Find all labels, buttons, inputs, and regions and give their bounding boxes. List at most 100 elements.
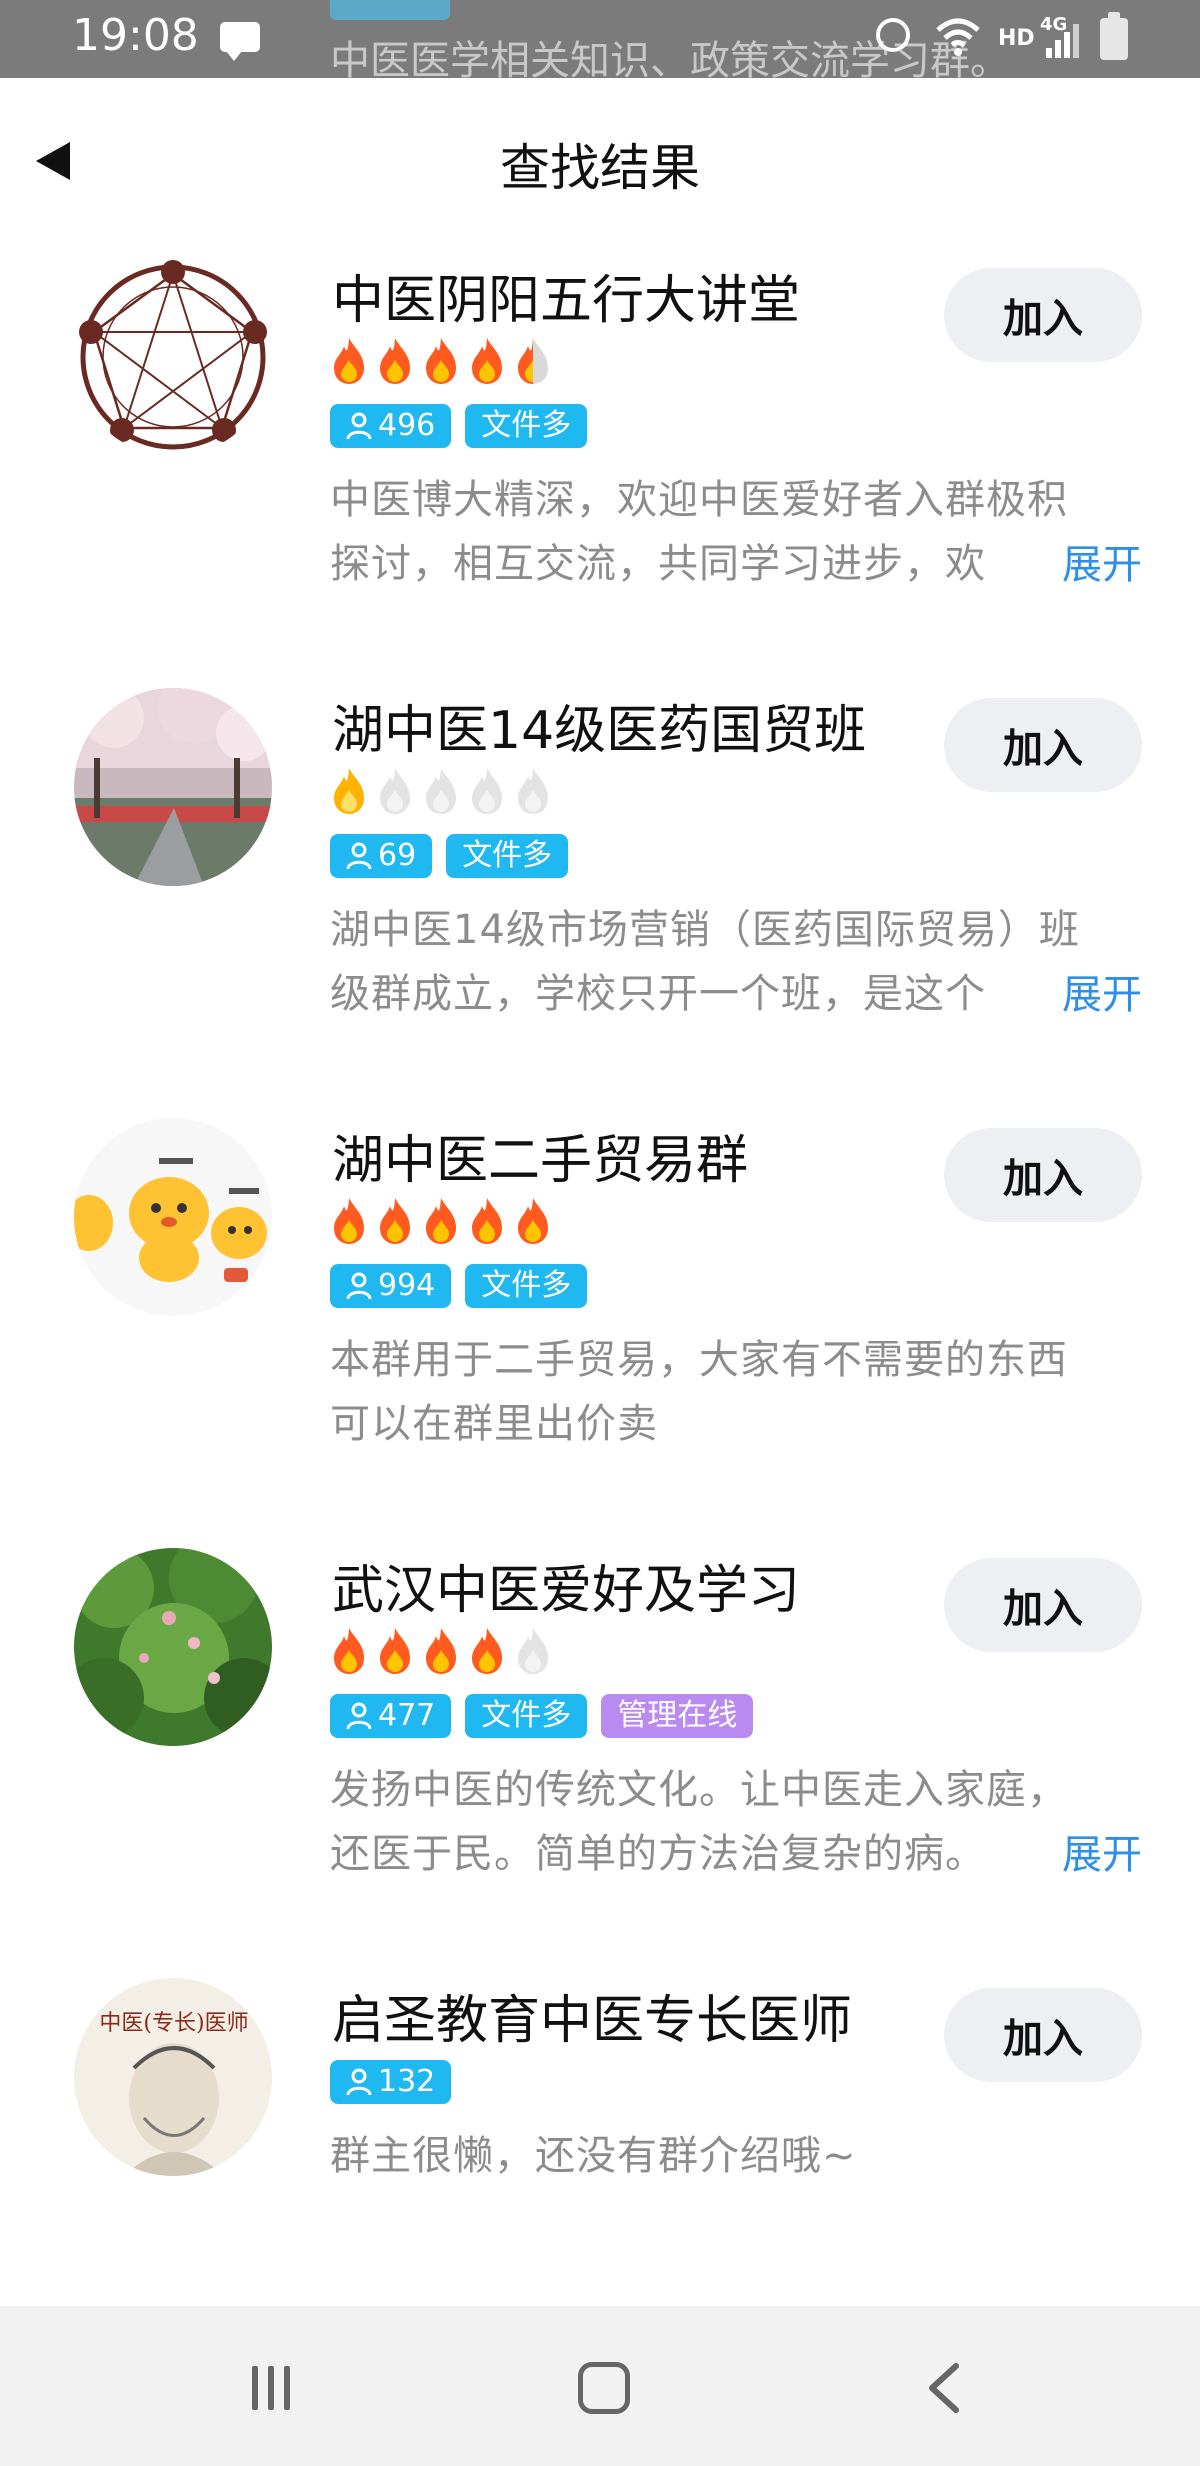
description-line: 级群成立，学校只开一个班，是这个 — [330, 971, 986, 1017]
list-item[interactable]: 武汉中医爱好及学习 加入 477 文件多 管理在线 发扬中医的传统文化。让中医走… — [0, 1548, 1200, 1968]
member-count: 496 — [378, 408, 436, 443]
group-avatar-cherry-blossom[interactable] — [74, 688, 272, 886]
user-icon — [346, 412, 372, 440]
tag-row: 994 文件多 — [330, 1264, 588, 1308]
member-count: 132 — [378, 2064, 436, 2099]
network-hd-label: HD — [998, 26, 1035, 51]
flame-icon — [472, 338, 502, 384]
flame-icon — [334, 768, 364, 814]
join-button[interactable]: 加入 — [944, 1988, 1142, 2082]
description-line: 还医于民。简单的方法治复杂的病。 — [330, 1831, 986, 1877]
group-description: 发扬中医的传统文化。让中医走入家庭， 还医于民。简单的方法治复杂的病。 — [330, 1758, 1140, 1886]
member-count: 69 — [378, 838, 417, 873]
flame-icon — [334, 1628, 364, 1674]
empty-flame-icon — [518, 1628, 548, 1674]
tag-row: 69 文件多 — [330, 834, 569, 878]
flame-icon — [426, 338, 456, 384]
member-count-badge: 994 — [330, 1264, 452, 1308]
home-icon[interactable] — [578, 2362, 630, 2414]
member-count-badge: 69 — [330, 834, 433, 878]
half-flame-icon — [518, 338, 548, 384]
status-time: 19:08 — [72, 10, 199, 61]
description-line: 群主很懒，还没有群介绍哦~ — [330, 2133, 857, 2179]
member-count-badge: 477 — [330, 1694, 452, 1738]
group-description: 本群用于二手贸易，大家有不需要的东西 可以在群里出价卖 — [330, 1328, 1140, 1456]
group-name: 启圣教育中医专长医师 — [332, 1991, 853, 2051]
heat-rating — [330, 766, 552, 816]
background-member-badge — [330, 0, 450, 20]
signal-icon — [1046, 24, 1079, 58]
expand-link[interactable]: 展开 — [1062, 532, 1142, 590]
tag-row: 477 文件多 管理在线 — [330, 1694, 754, 1738]
heat-rating — [330, 1626, 552, 1676]
group-avatar-five-elements[interactable] — [74, 258, 272, 456]
description-line: 本群用于二手贸易，大家有不需要的东西 — [330, 1337, 1068, 1383]
heat-rating — [330, 1196, 552, 1246]
flame-icon — [334, 338, 364, 384]
expand-link[interactable]: 展开 — [1062, 1822, 1142, 1880]
join-button[interactable]: 加入 — [944, 268, 1142, 362]
list-item[interactable]: 湖中医14级医药国贸班 加入 69 文件多 湖中医14级市场营销（医药国际贸易）… — [0, 688, 1200, 1108]
flame-icon — [426, 1198, 456, 1244]
empty-flame-icon — [472, 768, 502, 814]
user-icon — [346, 842, 372, 870]
member-count-badge: 132 — [330, 2060, 452, 2104]
group-name: 湖中医二手贸易群 — [332, 1131, 749, 1191]
top-app-bar: 查找结果 — [0, 78, 1200, 248]
join-button[interactable]: 加入 — [944, 1558, 1142, 1652]
chat-icon — [220, 22, 260, 61]
member-count: 994 — [378, 1268, 436, 1303]
heat-rating — [330, 336, 552, 386]
back-chevron-icon[interactable] — [918, 2360, 970, 2416]
files-tag: 文件多 — [446, 834, 569, 878]
flame-icon — [472, 1198, 502, 1244]
member-count: 477 — [378, 1698, 436, 1733]
group-name: 湖中医14级医药国贸班 — [332, 701, 867, 761]
expand-link[interactable]: 展开 — [1062, 962, 1142, 1020]
group-avatar-cartoon[interactable] — [74, 1118, 272, 1316]
group-name: 中医阴阳五行大讲堂 — [332, 271, 801, 331]
admin-online-tag: 管理在线 — [601, 1694, 754, 1738]
page-title: 查找结果 — [500, 139, 700, 197]
files-tag: 文件多 — [465, 404, 588, 448]
group-description: 湖中医14级市场营销（医药国际贸易）班 级群成立，学校只开一个班，是这个 — [330, 898, 1140, 1026]
description-line: 发扬中医的传统文化。让中医走入家庭， — [330, 1767, 1068, 1813]
description-line: 探讨，相互交流，共同学习进步，欢 — [330, 541, 986, 587]
member-count-badge: 496 — [330, 404, 452, 448]
flame-icon — [380, 1198, 410, 1244]
empty-flame-icon — [380, 768, 410, 814]
flame-icon — [380, 1628, 410, 1674]
join-button[interactable]: 加入 — [944, 698, 1142, 792]
flame-icon — [380, 338, 410, 384]
empty-flame-icon — [426, 768, 456, 814]
group-avatar-elder-doctor[interactable]: 中医(专长)医师 — [74, 1978, 272, 2176]
battery-icon — [1100, 12, 1128, 60]
recent-apps-icon[interactable] — [246, 2362, 298, 2414]
avatar-caption-text: 中医(专长)医师 — [99, 2011, 248, 2036]
tag-row: 496 文件多 — [330, 404, 588, 448]
wifi-icon — [936, 18, 980, 56]
tag-row: 132 — [330, 2060, 452, 2104]
flame-icon — [472, 1628, 502, 1674]
join-button[interactable]: 加入 — [944, 1128, 1142, 1222]
list-item[interactable]: 湖中医二手贸易群 加入 994 文件多 本群用于二手贸易，大家有不需要的东西 可… — [0, 1118, 1200, 1538]
user-icon — [346, 1272, 372, 1300]
system-nav-bar — [0, 2306, 1200, 2466]
flame-icon — [426, 1628, 456, 1674]
group-description: 中医博大精深，欢迎中医爱好者入群极积 探讨，相互交流，共同学习进步，欢 — [330, 468, 1140, 596]
flame-icon — [518, 1198, 548, 1244]
group-description: 群主很懒，还没有群介绍哦~ — [330, 2124, 1140, 2188]
description-line: 中医博大精深，欢迎中医爱好者入群极积 — [330, 477, 1068, 523]
group-name: 武汉中医爱好及学习 — [332, 1561, 801, 1621]
user-icon — [346, 2068, 372, 2096]
files-tag: 文件多 — [465, 1694, 588, 1738]
description-line: 湖中医14级市场营销（医药国际贸易）班 — [330, 907, 1080, 953]
alarm-icon — [876, 18, 910, 52]
status-bar: 中医医学相关知识、政策交流学习群。 19:08 HD 4G — [0, 0, 1200, 84]
description-line: 可以在群里出价卖 — [330, 1401, 658, 1447]
list-item[interactable]: 中医阴阳五行大讲堂 加入 496 文件多 中医博大精深，欢迎中医爱好者入群极积 … — [0, 258, 1200, 678]
files-tag: 文件多 — [465, 1264, 588, 1308]
group-avatar-shrub[interactable] — [74, 1548, 272, 1746]
flame-icon — [334, 1198, 364, 1244]
user-icon — [346, 1702, 372, 1730]
